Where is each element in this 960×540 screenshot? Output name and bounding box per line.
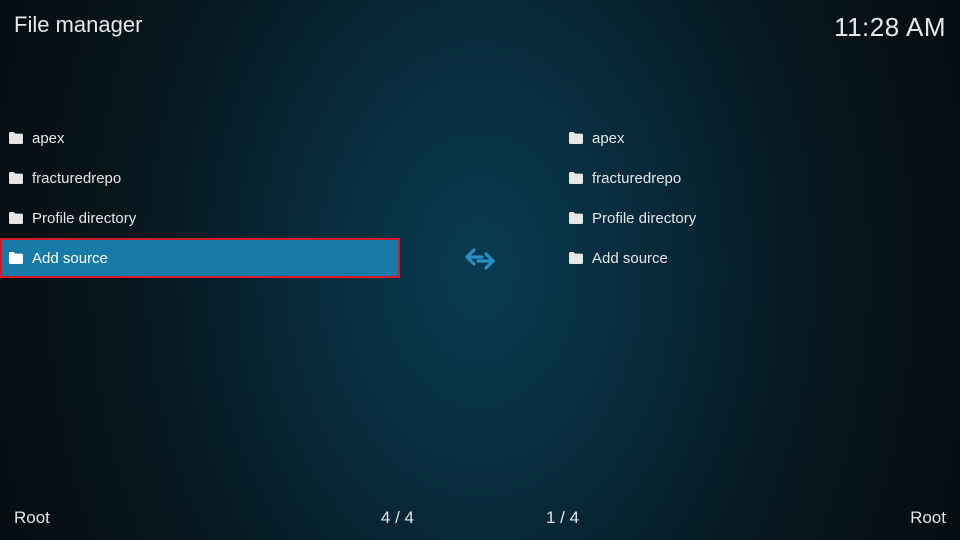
folder-icon — [8, 170, 24, 186]
right-footer: 1 / 4 Root — [546, 508, 946, 528]
list-item-label: Profile directory — [32, 210, 136, 227]
list-item-label: fracturedrepo — [592, 170, 681, 187]
panes: apex fracturedrepo Profile directory Add… — [0, 118, 960, 478]
footer-gap — [414, 508, 546, 528]
header: File manager 11:28 AM — [14, 12, 946, 43]
folder-icon — [8, 130, 24, 146]
add-source-item[interactable]: Add source — [0, 238, 400, 278]
left-position: 4 / 4 — [381, 508, 414, 528]
list-item-label: Profile directory — [592, 210, 696, 227]
add-source-item[interactable]: Add source — [560, 238, 960, 278]
list-item-label: Add source — [32, 250, 108, 267]
right-path: Root — [910, 508, 946, 528]
left-pane: apex fracturedrepo Profile directory Add… — [0, 118, 400, 478]
transfer-icon — [463, 246, 497, 278]
list-item-label: fracturedrepo — [32, 170, 121, 187]
list-item[interactable]: apex — [0, 118, 400, 158]
folder-icon — [8, 250, 24, 266]
list-item[interactable]: Profile directory — [560, 198, 960, 238]
list-item[interactable]: fracturedrepo — [0, 158, 400, 198]
folder-icon — [568, 130, 584, 146]
folder-icon — [568, 250, 584, 266]
page-title: File manager — [14, 12, 142, 38]
list-item-label: apex — [592, 130, 625, 147]
folder-icon — [8, 210, 24, 226]
right-position: 1 / 4 — [546, 508, 579, 528]
left-path: Root — [14, 508, 50, 528]
list-item[interactable]: apex — [560, 118, 960, 158]
left-footer: Root 4 / 4 — [14, 508, 414, 528]
right-pane: apex fracturedrepo Profile directory Add… — [560, 118, 960, 478]
folder-icon — [568, 170, 584, 186]
clock: 11:28 AM — [834, 12, 946, 43]
center-gap — [400, 118, 560, 478]
list-item[interactable]: Profile directory — [0, 198, 400, 238]
list-item-label: Add source — [592, 250, 668, 267]
list-item[interactable]: fracturedrepo — [560, 158, 960, 198]
footer: Root 4 / 4 1 / 4 Root — [14, 508, 946, 528]
list-item-label: apex — [32, 130, 65, 147]
folder-icon — [568, 210, 584, 226]
